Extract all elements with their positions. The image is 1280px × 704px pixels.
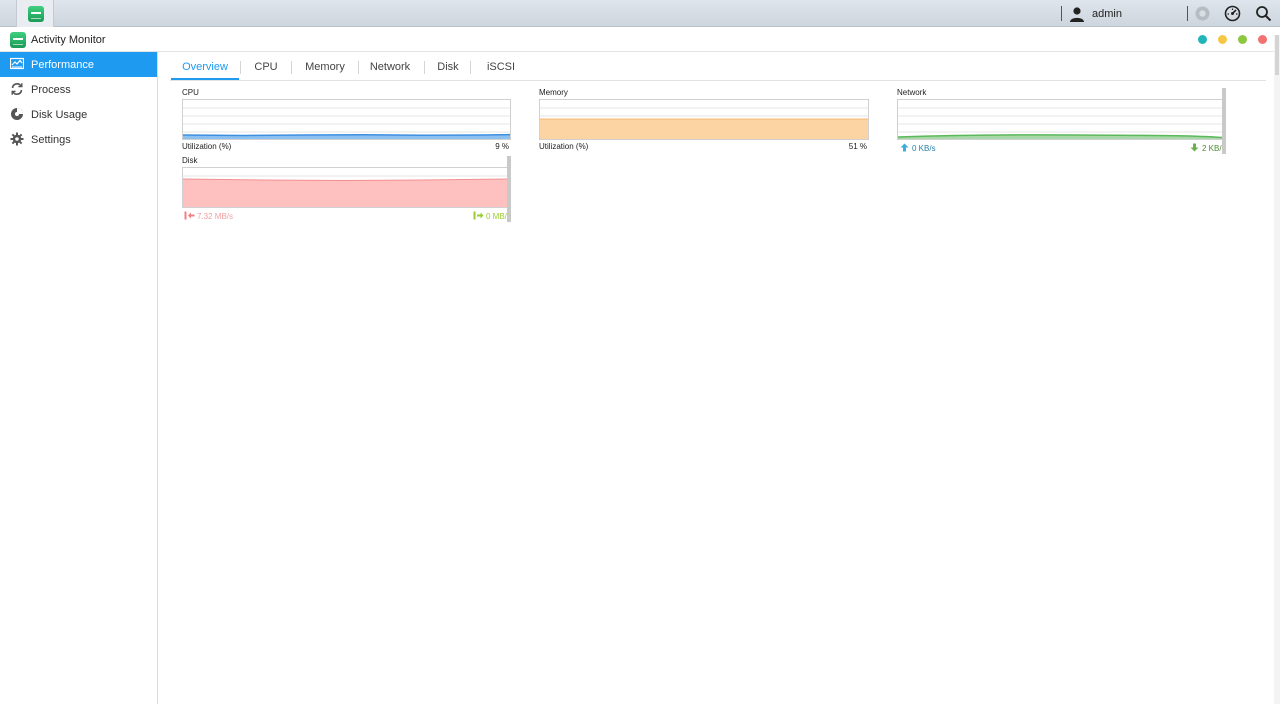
upload-arrow-icon <box>900 143 909 152</box>
taskbar: admin <box>0 0 1280 27</box>
maximize-button[interactable] <box>1238 35 1247 44</box>
sidebar-item-label: Process <box>31 84 71 96</box>
disk-read-value: 7.32 MB/s <box>197 212 234 221</box>
window-title-bar: Activity Monitor <box>0 27 1280 52</box>
cpu-chart-graph <box>183 107 510 139</box>
taskbar-separator <box>1187 6 1188 21</box>
window-scrollbar-track[interactable] <box>1274 35 1280 704</box>
tab-disk[interactable]: Disk <box>425 54 471 80</box>
network-chart-graph <box>898 107 1222 139</box>
disk-read-icon <box>184 211 195 220</box>
sidebar-item-process[interactable]: Process <box>0 77 157 102</box>
cpu-utilization-label: Utilization (%) <box>182 142 232 151</box>
cpu-chart[interactable] <box>182 99 511 140</box>
user-name[interactable]: admin <box>1092 8 1122 20</box>
window-title: Activity Monitor <box>31 34 106 46</box>
tab-iscsi[interactable]: iSCSI <box>471 54 531 80</box>
activity-monitor-icon <box>10 32 26 48</box>
process-icon <box>11 83 23 95</box>
disk-chart[interactable] <box>182 167 508 208</box>
notification-icon[interactable] <box>1194 5 1211 22</box>
performance-icon <box>10 57 24 70</box>
sidebar-item-settings[interactable]: Settings <box>0 127 157 152</box>
cpu-utilization-line <box>183 133 510 137</box>
memory-chart[interactable] <box>539 99 869 140</box>
sidebar-item-performance[interactable]: Performance <box>0 52 157 77</box>
activity-monitor-icon <box>28 6 44 22</box>
download-arrow-icon <box>1190 143 1199 152</box>
window-dot-cyan[interactable] <box>1198 35 1207 44</box>
network-chart[interactable] <box>897 99 1223 140</box>
memory-utilization-value: 51 % <box>848 142 867 151</box>
cpu-panel-title: CPU <box>182 88 199 97</box>
network-panel-title: Network <box>897 88 927 97</box>
tab-overview[interactable]: Overview <box>171 54 239 80</box>
disk-panel-scrollbar[interactable] <box>507 156 511 222</box>
sidebar-item-label: Performance <box>31 59 94 71</box>
network-panel-scrollbar[interactable] <box>1222 88 1226 154</box>
tab-network[interactable]: Network <box>359 54 421 80</box>
disk-usage-icon <box>11 108 23 120</box>
sidebar: Performance Process Disk Usage Settings <box>0 52 158 704</box>
gear-icon <box>10 132 24 146</box>
user-icon[interactable] <box>1069 6 1085 22</box>
tab-memory[interactable]: Memory <box>292 54 358 80</box>
tab-cpu[interactable]: CPU <box>241 54 291 80</box>
memory-panel-title: Memory <box>539 88 568 97</box>
memory-utilization-label: Utilization (%) <box>539 142 589 151</box>
network-download-value: 2 KB/s <box>1202 144 1222 153</box>
network-upload-value: 0 KB/s <box>912 144 936 153</box>
search-icon[interactable] <box>1255 5 1272 22</box>
taskbar-activity-monitor-button[interactable] <box>16 0 54 27</box>
disk-read-area <box>183 179 507 207</box>
disk-write-value: 0 MB/ <box>486 212 507 221</box>
window-scrollbar-thumb[interactable] <box>1275 35 1279 75</box>
sidebar-item-disk-usage[interactable]: Disk Usage <box>0 102 157 127</box>
memory-utilization-area <box>540 119 868 139</box>
sidebar-item-label: Settings <box>31 134 71 146</box>
dashboard-icon[interactable] <box>1224 5 1241 22</box>
sidebar-item-label: Disk Usage <box>31 109 88 121</box>
disk-write-icon <box>473 211 484 220</box>
tab-bar: Overview CPU Memory Network Disk iSCSI <box>170 54 1266 81</box>
memory-chart-graph <box>540 107 868 139</box>
cpu-utilization-value: 9 % <box>495 142 509 151</box>
taskbar-separator <box>1061 6 1062 21</box>
close-button[interactable] <box>1258 35 1267 44</box>
minimize-button[interactable] <box>1218 35 1227 44</box>
disk-panel-title: Disk <box>182 156 198 165</box>
disk-chart-graph <box>183 175 507 207</box>
